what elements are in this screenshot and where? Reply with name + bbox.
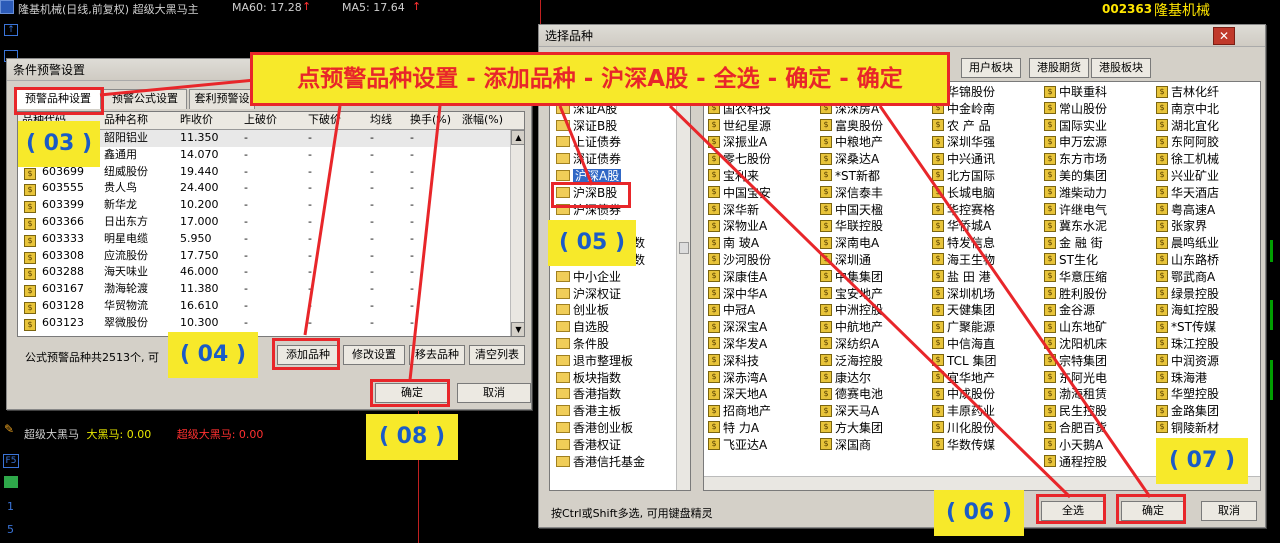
callout-04: ( 04 ) [168, 332, 258, 378]
highlight-shenzhen-a [551, 182, 631, 208]
callout-06: ( 06 ) [934, 490, 1024, 536]
callout-03: ( 03 ) [18, 121, 100, 167]
highlight-add-button [272, 338, 340, 370]
callout-08: ( 08 ) [366, 414, 458, 460]
highlight-select-ok [1116, 494, 1186, 524]
highlight-alert-tab [14, 87, 104, 115]
highlight-alert-ok [370, 379, 450, 407]
highlight-select-all [1036, 494, 1106, 524]
instruction-banner: 点预警品种设置 - 添加品种 - 沪深A股 - 全选 - 确定 - 确定 [250, 52, 950, 106]
callout-07: ( 07 ) [1156, 438, 1248, 484]
callout-05: ( 05 ) [548, 220, 636, 266]
